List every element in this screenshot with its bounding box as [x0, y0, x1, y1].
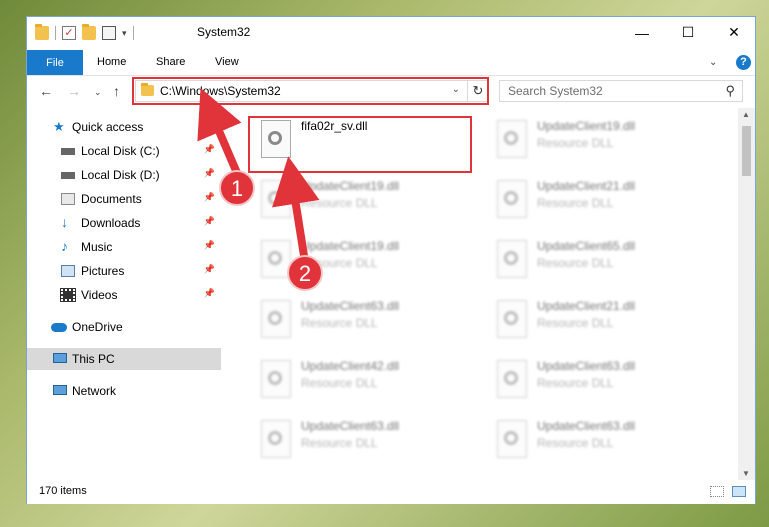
- step-arrows: [197, 87, 320, 263]
- step-badge-2: 2: [287, 255, 323, 291]
- arrow-to-file: [272, 156, 320, 263]
- step-badge-1: 1: [219, 170, 255, 206]
